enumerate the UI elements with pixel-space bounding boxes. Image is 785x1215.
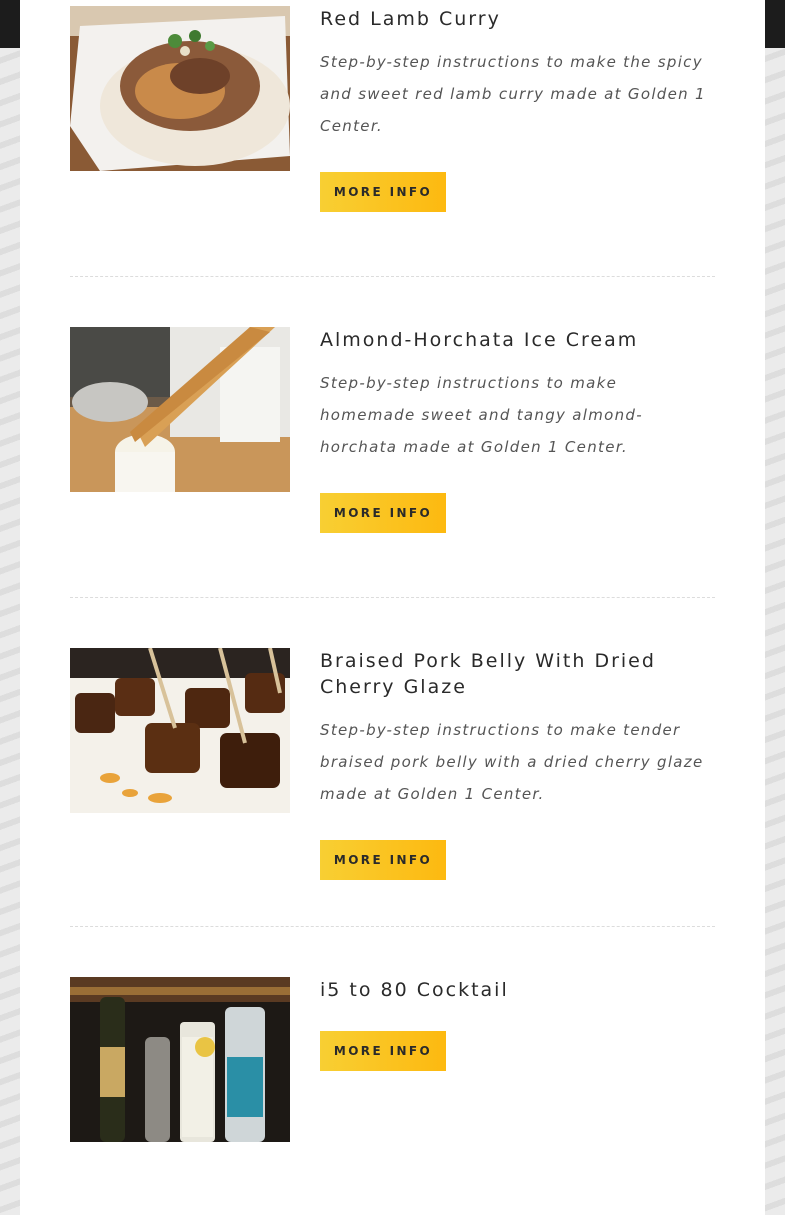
recipe-description: Step-by-step instructions to make homema… <box>320 374 643 456</box>
item-divider <box>70 597 715 598</box>
recipe-title: Almond-Horchata Ice Cream <box>320 329 639 351</box>
recipe-title: Red Lamb Curry <box>320 8 501 30</box>
recipe-title: Braised Pork Belly With Dried Cherry Gla… <box>320 650 656 698</box>
recipe-title: i5 to 80 Cocktail <box>320 979 509 1001</box>
recipe-description: Step-by-step instructions to make the sp… <box>320 53 706 135</box>
item-divider <box>70 926 715 927</box>
recipe-description: Step-by-step instructions to make tender… <box>320 721 704 803</box>
recipe-content: Red Lamb Curry Step-by-step instructions… <box>320 6 715 212</box>
more-info-button[interactable]: MORE INFO <box>320 840 446 880</box>
recipe-content: Braised Pork Belly With Dried Cherry Gla… <box>320 648 715 880</box>
more-info-button[interactable]: MORE INFO <box>320 493 446 533</box>
recipe-thumbnail-pork-belly[interactable] <box>70 648 290 813</box>
recipe-thumbnail-lamb-curry[interactable] <box>70 6 290 171</box>
recipe-content: Almond-Horchata Ice Cream Step-by-step i… <box>320 327 715 533</box>
recipe-thumbnail-ice-cream[interactable] <box>70 327 290 492</box>
more-info-button[interactable]: MORE INFO <box>320 1031 446 1071</box>
item-divider <box>70 276 715 277</box>
recipe-content: i5 to 80 Cocktail MORE INFO <box>320 977 715 1071</box>
recipe-thumbnail-cocktail[interactable] <box>70 977 290 1142</box>
more-info-button[interactable]: MORE INFO <box>320 172 446 212</box>
